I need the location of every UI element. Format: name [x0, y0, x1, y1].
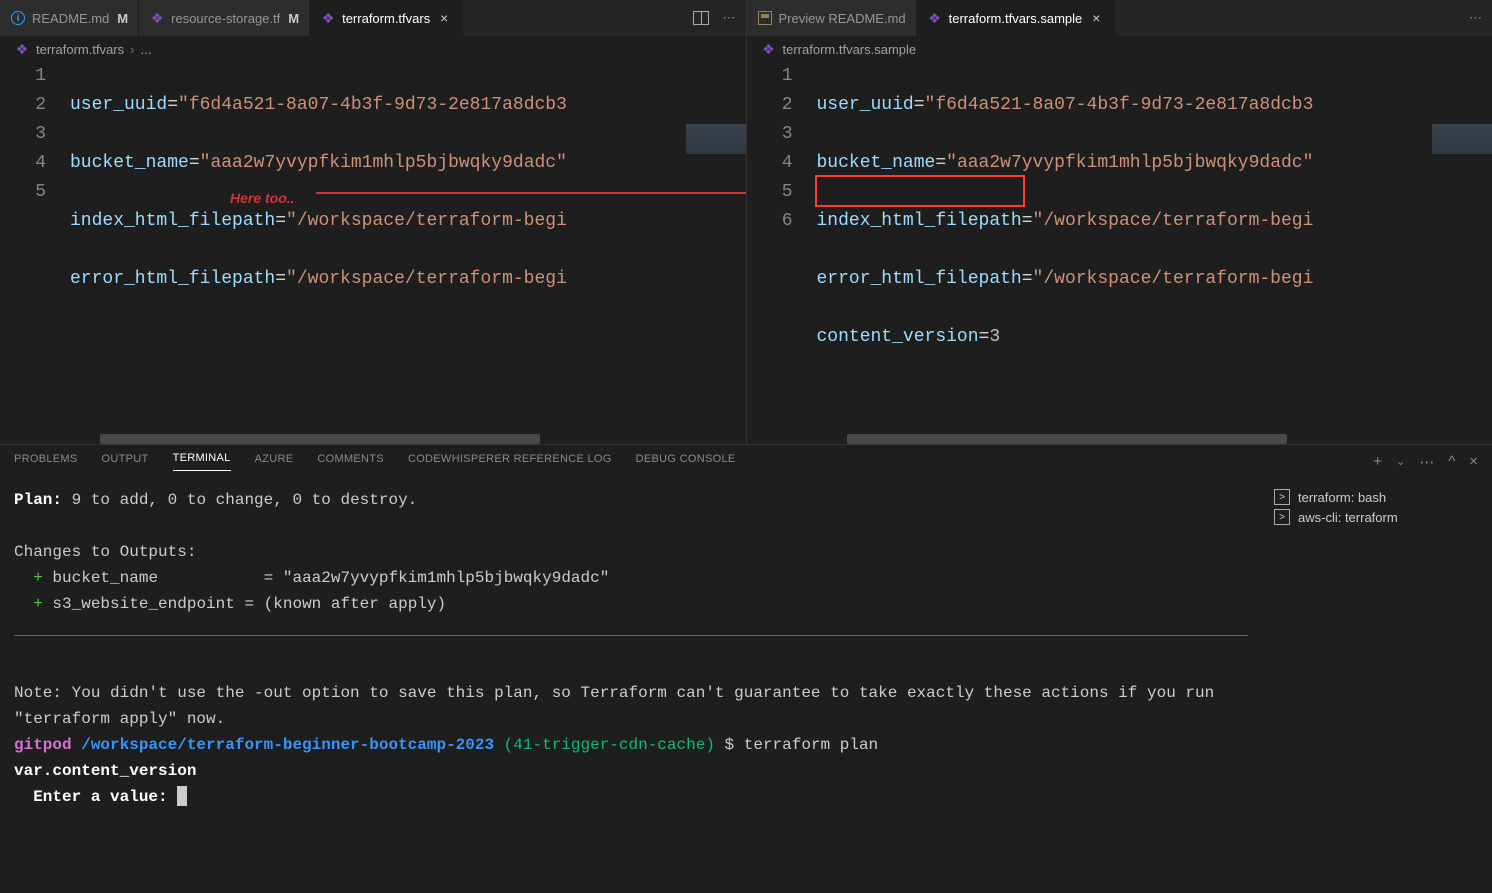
breadcrumb-right[interactable]: ❖ terraform.tfvars.sample [747, 36, 1492, 62]
horizontal-scrollbar[interactable] [100, 434, 540, 444]
tab-label: Preview README.md [779, 11, 906, 26]
close-icon[interactable]: × [436, 10, 452, 26]
panel-tab-debug[interactable]: DEBUG CONSOLE [636, 453, 736, 471]
editor-body-left[interactable]: 12345 user_uuid="f6d4a521-8a07-4b3f-9d73… [0, 62, 746, 444]
modified-indicator: M [288, 11, 299, 26]
more-icon[interactable]: ⋯ [1469, 10, 1482, 26]
close-icon[interactable]: × [1088, 10, 1104, 26]
terminal-item-bash[interactable]: > terraform: bash [1274, 487, 1480, 507]
gutter: 12345 [0, 62, 70, 444]
terraform-icon: ❖ [927, 10, 943, 26]
more-icon[interactable]: ⋯ [723, 10, 736, 26]
terminal-item-awscli[interactable]: > aws-cli: terraform [1274, 507, 1480, 527]
annotation-here-too: Here too.. [230, 184, 295, 213]
terminal-cursor [177, 786, 187, 806]
editor-pane-right: Preview README.md ❖ terraform.tfvars.sam… [747, 0, 1492, 444]
terminal-output[interactable]: Plan: 9 to add, 0 to change, 0 to destro… [0, 479, 1262, 893]
tab-label: terraform.tfvars [342, 11, 430, 26]
bottom-panel: PROBLEMS OUTPUT TERMINAL AZURE COMMENTS … [0, 445, 1492, 893]
panel-tab-comments[interactable]: COMMENTS [317, 453, 384, 471]
editor-body-right[interactable]: 123456 user_uuid="f6d4a521-8a07-4b3f-9d7… [747, 62, 1492, 444]
terraform-icon: ❖ [149, 10, 165, 26]
terminal-icon: > [1274, 489, 1290, 505]
close-panel-icon[interactable]: × [1469, 453, 1478, 470]
tab-readme[interactable]: i README.md M [0, 0, 139, 36]
panel-body: Plan: 9 to add, 0 to change, 0 to destro… [0, 479, 1492, 893]
chevron-down-icon[interactable]: ⌄ [1396, 455, 1405, 468]
terminal-icon: > [1274, 509, 1290, 525]
tab-label: README.md [32, 11, 109, 26]
panel-tab-problems[interactable]: PROBLEMS [14, 453, 78, 471]
editor-split: i README.md M ❖ resource-storage.tf M ❖ … [0, 0, 1492, 445]
tab-preview-readme[interactable]: Preview README.md [747, 0, 917, 36]
panel-actions: + ⌄ ⋯ ^ × [1373, 453, 1478, 471]
minimap[interactable] [686, 124, 746, 154]
maximize-panel-icon[interactable]: ^ [1448, 453, 1455, 470]
terminal-label: aws-cli: terraform [1298, 510, 1398, 525]
split-editor-icon[interactable] [693, 11, 709, 25]
annotation-arrow [316, 192, 746, 194]
more-icon[interactable]: ⋯ [1419, 453, 1434, 471]
gutter: 123456 [747, 62, 817, 444]
tab-label: terraform.tfvars.sample [949, 11, 1083, 26]
tab-actions-left: ⋯ [683, 0, 746, 36]
breadcrumb-file: terraform.tfvars.sample [783, 42, 917, 57]
info-icon: i [10, 10, 26, 26]
chevron-icon: › [130, 42, 134, 57]
tabs-right: Preview README.md ❖ terraform.tfvars.sam… [747, 0, 1492, 36]
preview-icon [757, 10, 773, 26]
tab-resource-storage[interactable]: ❖ resource-storage.tf M [139, 0, 310, 36]
terraform-icon: ❖ [14, 41, 30, 57]
terminal-list: > terraform: bash > aws-cli: terraform [1262, 479, 1492, 893]
terminal-label: terraform: bash [1298, 490, 1386, 505]
divider [14, 635, 1248, 636]
tab-terraform-tfvars[interactable]: ❖ terraform.tfvars × [310, 0, 463, 36]
horizontal-scrollbar[interactable] [847, 434, 1287, 444]
code-lines[interactable]: user_uuid="f6d4a521-8a07-4b3f-9d73-2e817… [70, 62, 746, 444]
minimap[interactable] [1432, 124, 1492, 154]
new-terminal-icon[interactable]: + [1373, 453, 1382, 470]
modified-indicator: M [117, 11, 128, 26]
panel-tab-output[interactable]: OUTPUT [102, 453, 149, 471]
panel-tab-terminal[interactable]: TERMINAL [173, 452, 231, 471]
breadcrumb-left[interactable]: ❖ terraform.tfvars › ... [0, 36, 746, 62]
terraform-icon: ❖ [761, 41, 777, 57]
breadcrumb-file: terraform.tfvars [36, 42, 124, 57]
tab-tfvars-sample[interactable]: ❖ terraform.tfvars.sample × [917, 0, 1116, 36]
code-lines[interactable]: user_uuid="f6d4a521-8a07-4b3f-9d73-2e817… [817, 62, 1492, 444]
editor-pane-left: i README.md M ❖ resource-storage.tf M ❖ … [0, 0, 747, 444]
terraform-icon: ❖ [320, 10, 336, 26]
panel-tab-codewhisperer[interactable]: CODEWHISPERER REFERENCE LOG [408, 453, 612, 471]
breadcrumb-rest: ... [140, 42, 151, 57]
tab-label: resource-storage.tf [171, 11, 280, 26]
tabs-left: i README.md M ❖ resource-storage.tf M ❖ … [0, 0, 746, 36]
panel-tab-azure[interactable]: AZURE [255, 453, 294, 471]
tab-actions-right: ⋯ [1459, 0, 1492, 36]
panel-tabs: PROBLEMS OUTPUT TERMINAL AZURE COMMENTS … [0, 445, 1492, 479]
